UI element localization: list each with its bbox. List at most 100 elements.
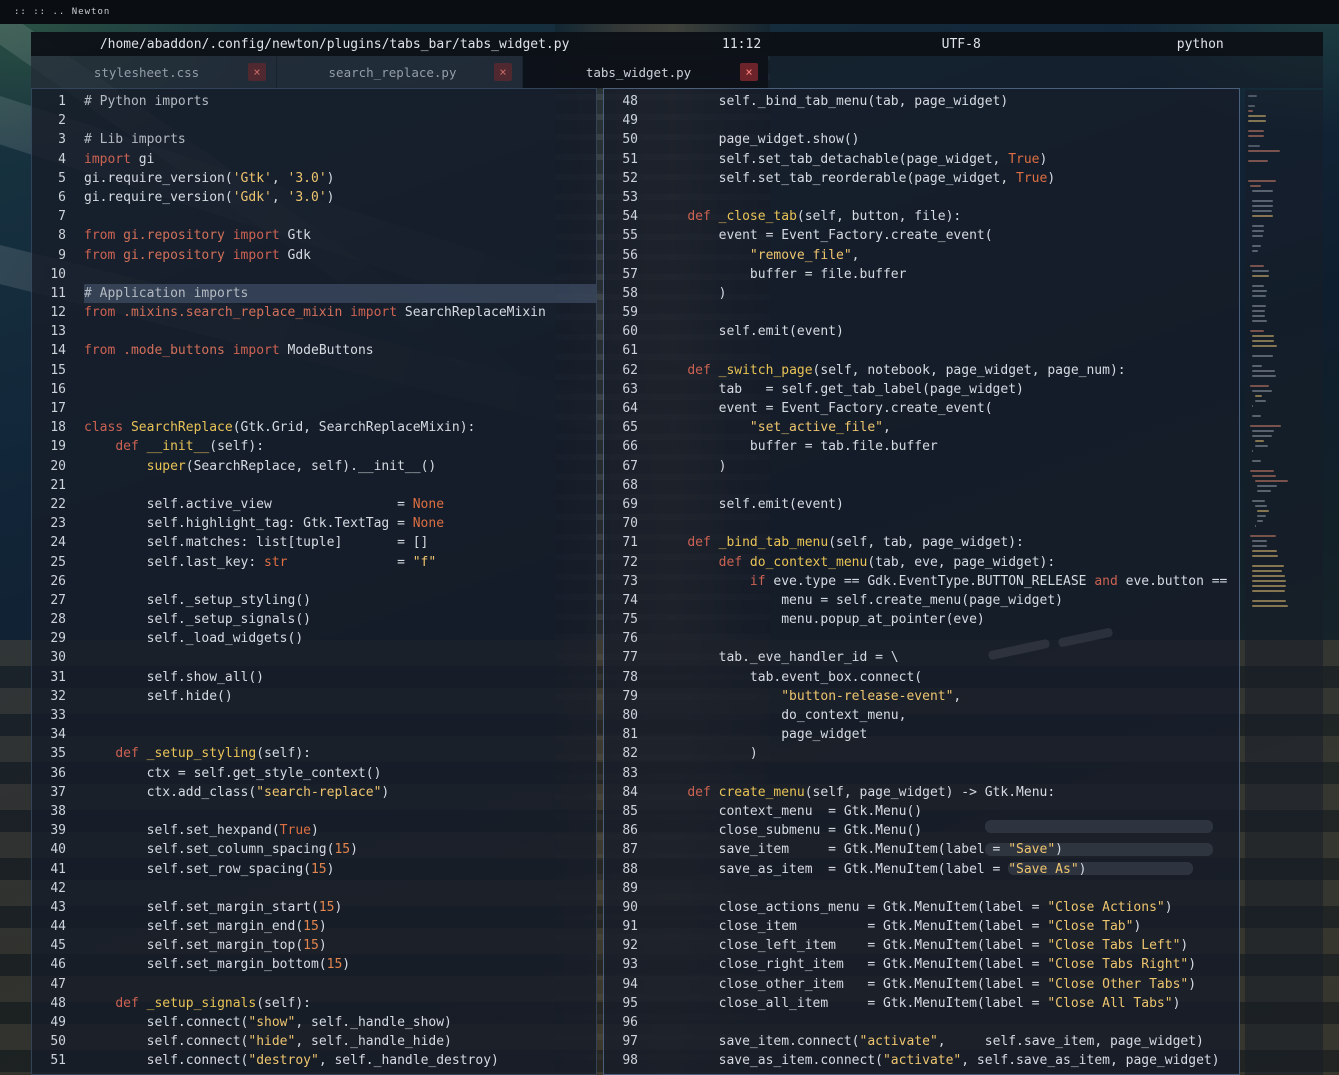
code-line[interactable]: 14from .mode_buttons import ModeButtons: [32, 341, 596, 360]
code-line[interactable]: 59: [604, 303, 1239, 322]
code-line[interactable]: 4import gi: [32, 150, 596, 169]
code-line[interactable]: 48 def _setup_signals(self):: [32, 994, 596, 1013]
code-line[interactable]: 46 self.set_margin_bottom(15): [32, 955, 596, 974]
code-line[interactable]: 82 ): [604, 744, 1239, 763]
code-line[interactable]: 16: [32, 380, 596, 399]
code-line[interactable]: 74 menu = self.create_menu(page_widget): [604, 591, 1239, 610]
code-line[interactable]: 51 self.connect("destroy", self._handle_…: [32, 1051, 596, 1070]
code-line[interactable]: 70: [604, 514, 1239, 533]
code-line[interactable]: 35 def _setup_styling(self):: [32, 744, 596, 763]
code-line[interactable]: 1# Python imports: [32, 92, 596, 111]
tab-stylesheet-css[interactable]: stylesheet.css ×: [31, 56, 276, 88]
code-line[interactable]: 56 "remove_file",: [604, 246, 1239, 265]
code-line[interactable]: 45 self.set_margin_top(15): [32, 936, 596, 955]
code-line[interactable]: 63 tab = self.get_tab_label(page_widget): [604, 380, 1239, 399]
code-line[interactable]: 18class SearchReplace(Gtk.Grid, SearchRe…: [32, 418, 596, 437]
code-line[interactable]: 67 ): [604, 457, 1239, 476]
code-line[interactable]: 29 self._load_widgets(): [32, 629, 596, 648]
code-line[interactable]: 50 self.connect("hide", self._handle_hid…: [32, 1032, 596, 1051]
code-line[interactable]: 52 self.set_tab_reorderable(page_widget,…: [604, 169, 1239, 188]
code-line[interactable]: 11# Application imports: [32, 284, 596, 303]
code-line[interactable]: 66 buffer = tab.file.buffer: [604, 437, 1239, 456]
code-line[interactable]: 58 ): [604, 284, 1239, 303]
code-line[interactable]: 17: [32, 399, 596, 418]
code-line[interactable]: 54 def _close_tab(self, button, file):: [604, 207, 1239, 226]
editor-pane-right[interactable]: 48 self._bind_tab_menu(tab, page_widget)…: [603, 88, 1240, 1075]
code-line[interactable]: 21: [32, 476, 596, 495]
code-line[interactable]: 38: [32, 802, 596, 821]
code-line[interactable]: 33: [32, 706, 596, 725]
code-line[interactable]: 49: [604, 111, 1239, 130]
code-line[interactable]: 31 self.show_all(): [32, 668, 596, 687]
code-line[interactable]: 71 def _bind_tab_menu(self, tab, page_wi…: [604, 533, 1239, 552]
code-line[interactable]: 19 def __init__(self):: [32, 437, 596, 456]
code-line[interactable]: 75 menu.popup_at_pointer(eve): [604, 610, 1239, 629]
code-line[interactable]: 13: [32, 322, 596, 341]
code-line[interactable]: 39 self.set_hexpand(True): [32, 821, 596, 840]
code-line[interactable]: 65 "set_active_file",: [604, 418, 1239, 437]
code-line[interactable]: 23 self.highlight_tag: Gtk.TextTag = Non…: [32, 514, 596, 533]
code-line[interactable]: 89: [604, 879, 1239, 898]
code-line[interactable]: 78 tab.event_box.connect(: [604, 668, 1239, 687]
code-line[interactable]: 8from gi.repository import Gtk: [32, 226, 596, 245]
code-line[interactable]: 24 self.matches: list[tuple] = []: [32, 533, 596, 552]
code-line[interactable]: 28 self._setup_signals(): [32, 610, 596, 629]
code-line[interactable]: 76: [604, 629, 1239, 648]
tab-search-replace-py[interactable]: search_replace.py ×: [277, 56, 522, 88]
code-line[interactable]: 2: [32, 111, 596, 130]
code-line[interactable]: 44 self.set_margin_end(15): [32, 917, 596, 936]
code-line[interactable]: 22 self.active_view = None: [32, 495, 596, 514]
code-line[interactable]: 72 def do_context_menu(tab, eve, page_wi…: [604, 553, 1239, 572]
code-line[interactable]: 6gi.require_version('Gdk', '3.0'): [32, 188, 596, 207]
code-line[interactable]: 57 buffer = file.buffer: [604, 265, 1239, 284]
code-line[interactable]: 61: [604, 341, 1239, 360]
code-line[interactable]: 12from .mixins.search_replace_mixin impo…: [32, 303, 596, 322]
code-line[interactable]: 84 def create_menu(self, page_widget) ->…: [604, 783, 1239, 802]
code-line[interactable]: 40 self.set_column_spacing(15): [32, 840, 596, 859]
window-titlebar[interactable]: :: :: .. Newton: [0, 0, 1339, 24]
code-line[interactable]: 92 close_left_item = Gtk.MenuItem(label …: [604, 936, 1239, 955]
code-line[interactable]: 64 event = Event_Factory.create_event(: [604, 399, 1239, 418]
code-line[interactable]: 50 page_widget.show(): [604, 130, 1239, 149]
code-line[interactable]: 96: [604, 1013, 1239, 1032]
code-line[interactable]: 60 self.emit(event): [604, 322, 1239, 341]
close-tab-icon[interactable]: ×: [248, 63, 266, 81]
code-line[interactable]: 93 close_right_item = Gtk.MenuItem(label…: [604, 955, 1239, 974]
minimap[interactable]: [1245, 90, 1323, 1075]
code-line[interactable]: 9from gi.repository import Gdk: [32, 246, 596, 265]
code-line[interactable]: 26: [32, 572, 596, 591]
code-line[interactable]: 80 do_context_menu,: [604, 706, 1239, 725]
code-line[interactable]: 87 save_item = Gtk.MenuItem(label = "Sav…: [604, 840, 1239, 859]
code-line[interactable]: 52: [32, 1071, 596, 1075]
code-line[interactable]: 32 self.hide(): [32, 687, 596, 706]
code-line[interactable]: 15: [32, 361, 596, 380]
code-line[interactable]: 90 close_actions_menu = Gtk.MenuItem(lab…: [604, 898, 1239, 917]
code-line[interactable]: 91 close_item = Gtk.MenuItem(label = "Cl…: [604, 917, 1239, 936]
code-line[interactable]: 81 page_widget: [604, 725, 1239, 744]
close-tab-icon[interactable]: ×: [740, 63, 758, 81]
code-line[interactable]: 51 self.set_tab_detachable(page_widget, …: [604, 150, 1239, 169]
code-line[interactable]: 95 close_all_item = Gtk.MenuItem(label =…: [604, 994, 1239, 1013]
code-line[interactable]: 62 def _switch_page(self, notebook, page…: [604, 361, 1239, 380]
code-line[interactable]: 98 save_as_item.connect("activate", self…: [604, 1051, 1239, 1070]
code-line[interactable]: 79 "button-release-event",: [604, 687, 1239, 706]
code-line[interactable]: 73 if eve.type == Gdk.EventType.BUTTON_R…: [604, 572, 1239, 591]
code-line[interactable]: 43 self.set_margin_start(15): [32, 898, 596, 917]
code-line[interactable]: 5gi.require_version('Gtk', '3.0'): [32, 169, 596, 188]
code-line[interactable]: 42: [32, 879, 596, 898]
code-line[interactable]: 47: [32, 975, 596, 994]
code-line[interactable]: 20 super(SearchReplace, self).__init__(): [32, 457, 596, 476]
code-line[interactable]: 37 ctx.add_class("search-replace"): [32, 783, 596, 802]
code-line[interactable]: 97 save_item.connect("activate", self.sa…: [604, 1032, 1239, 1051]
code-line[interactable]: 85 context_menu = Gtk.Menu(): [604, 802, 1239, 821]
code-line[interactable]: 86 close_submenu = Gtk.Menu(): [604, 821, 1239, 840]
code-line[interactable]: 49 self.connect("show", self._handle_sho…: [32, 1013, 596, 1032]
code-line[interactable]: 77 tab._eve_handler_id = \: [604, 648, 1239, 667]
code-line[interactable]: 30: [32, 648, 596, 667]
code-line[interactable]: 68: [604, 476, 1239, 495]
code-line[interactable]: 7: [32, 207, 596, 226]
code-line[interactable]: 94 close_other_item = Gtk.MenuItem(label…: [604, 975, 1239, 994]
code-line[interactable]: 48 self._bind_tab_menu(tab, page_widget): [604, 92, 1239, 111]
code-line[interactable]: 55 event = Event_Factory.create_event(: [604, 226, 1239, 245]
code-line[interactable]: 83: [604, 764, 1239, 783]
